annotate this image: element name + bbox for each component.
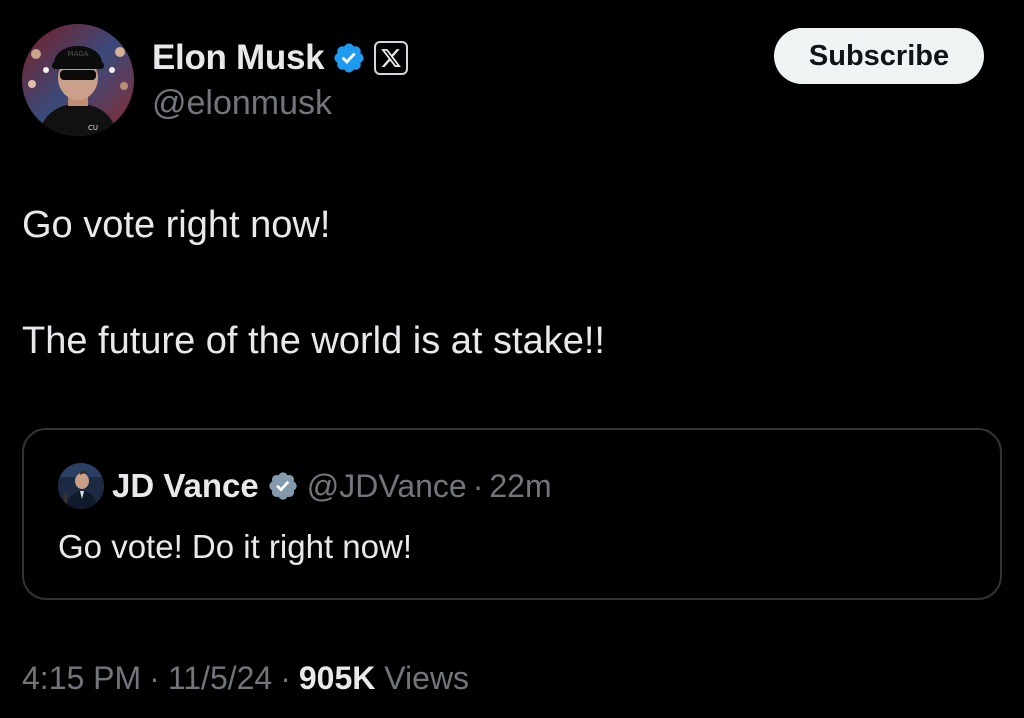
- author-avatar[interactable]: MAGA CU: [22, 24, 134, 136]
- verified-badge-icon: [334, 43, 364, 73]
- quoted-author-handle[interactable]: @JDVance: [307, 468, 467, 505]
- quoted-author-avatar[interactable]: [58, 463, 104, 509]
- quoted-tweet-header: JD Vance @JDVance · 22m: [58, 462, 552, 510]
- svg-text:CU: CU: [88, 124, 98, 132]
- tweet-time[interactable]: 4:15 PM: [22, 660, 141, 697]
- quoted-tweet-text: Go vote! Do it right now!: [58, 528, 412, 565]
- separator-dot: ·: [472, 467, 484, 504]
- author-name[interactable]: Elon Musk: [152, 38, 325, 78]
- svg-text:MAGA: MAGA: [68, 50, 89, 58]
- quoted-tweet-time[interactable]: 22m: [489, 468, 551, 505]
- tweet-date[interactable]: 11/5/24: [168, 660, 272, 697]
- views-label: Views: [384, 660, 470, 696]
- x-logo-icon: [374, 41, 409, 75]
- tweet-text-line-2: The future of the world is at stake!!: [22, 320, 605, 362]
- tweet-text-line-1: Go vote right now!: [22, 204, 331, 246]
- views[interactable]: 905K Views: [299, 660, 469, 697]
- author-name-row: Elon Musk: [152, 36, 409, 80]
- views-count: 905K: [298, 660, 376, 696]
- author-handle[interactable]: @elonmusk: [152, 84, 332, 123]
- quoted-author-name[interactable]: JD Vance: [112, 467, 259, 505]
- tweet-meta: 4:15 PM · 11/5/24 · 905K Views: [22, 660, 469, 697]
- subscribe-button[interactable]: Subscribe: [774, 28, 984, 84]
- quoted-tweet-card[interactable]: JD Vance @JDVance · 22m Go vote! Do it r…: [22, 428, 1002, 600]
- gray-verified-badge-icon: [269, 472, 297, 500]
- separator-dot: ·: [149, 660, 160, 696]
- separator-dot: ·: [280, 660, 291, 696]
